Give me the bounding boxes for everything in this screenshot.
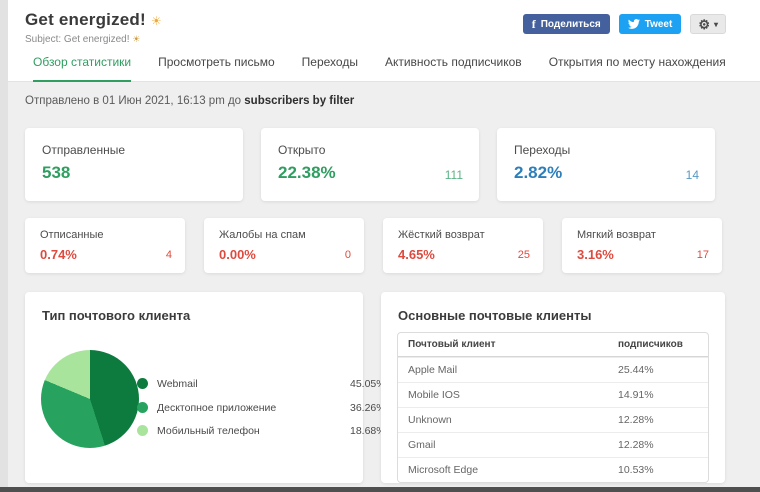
stat-count: 0: [345, 249, 351, 261]
client-percent: 10.53%: [608, 464, 708, 476]
stat-count: 4: [166, 249, 172, 261]
client-percent: 14.91%: [608, 389, 708, 401]
stat-value: 22.38%: [278, 163, 336, 183]
client-name: Gmail: [398, 439, 608, 451]
client-name: Microsoft Edge: [398, 464, 608, 476]
tweet-label: Tweet: [645, 19, 673, 30]
top-clients-title: Основные почтовые клиенты: [398, 308, 591, 323]
facebook-share-label: Поделиться: [541, 19, 601, 30]
stat-value: 4.65%: [398, 247, 435, 262]
table-row: Microsoft Edge 10.53%: [398, 457, 708, 482]
sent-info: Отправлено в 01 Июн 2021, 16:13 pm до su…: [25, 95, 354, 107]
tab-bar: Обзор статистики Просмотреть письмо Пере…: [33, 55, 753, 82]
sun-emoji-icon: ☀: [151, 14, 162, 28]
stat-value: 538: [42, 163, 70, 183]
stat-value: 2.82%: [514, 163, 562, 183]
client-type-panel: Тип почтового клиента Webmail 45.05% Дес…: [25, 292, 363, 483]
table-row: Gmail 12.28%: [398, 432, 708, 457]
subject-line: Subject: Get energized! ☀: [25, 34, 140, 45]
stat-card-unsubscribed: Отписанные 0.74% 4: [25, 218, 185, 273]
stat-card-spam-complaints: Жалобы на спам 0.00% 0: [204, 218, 364, 273]
client-name: Unknown: [398, 414, 608, 426]
legend-label: Мобильный телефон: [157, 425, 260, 437]
stat-label: Отписанные: [40, 229, 104, 241]
header-actions: f Поделиться Tweet ⚙ ▾: [523, 14, 726, 34]
column-header-client: Почтовый клиент: [398, 339, 608, 350]
table-row: Unknown 12.28%: [398, 407, 708, 432]
stat-count: 111: [445, 168, 463, 182]
gear-icon: ⚙: [698, 18, 710, 31]
stat-count: 25: [518, 249, 530, 261]
client-percent: 12.28%: [608, 439, 708, 451]
stat-label: Жалобы на спам: [219, 229, 306, 241]
client-percent: 12.28%: [608, 414, 708, 426]
tweet-button[interactable]: Tweet: [619, 14, 682, 34]
legend-label: Десктопное приложение: [157, 402, 276, 414]
legend-dot-icon: [137, 425, 148, 436]
legend-dot-icon: [137, 402, 148, 413]
stat-card-opened: Открыто 22.38% 111: [261, 128, 479, 201]
sent-info-audience: subscribers by filter: [244, 95, 354, 107]
client-type-pie: [41, 350, 139, 448]
client-name: Apple Mail: [398, 364, 608, 376]
stat-card-sent: Отправленные 538: [25, 128, 243, 201]
twitter-icon: [628, 18, 640, 30]
legend-item-webmail: Webmail 45.05%: [137, 377, 198, 390]
subject-text: Subject: Get energized!: [25, 34, 130, 45]
facebook-icon: f: [532, 17, 536, 32]
sent-info-prefix: Отправлено в 01 Июн 2021, 16:13 pm до: [25, 95, 241, 107]
stat-label: Открыто: [278, 143, 325, 157]
table-header-row: Почтовый клиент подписчиков: [398, 333, 708, 357]
stat-count: 17: [697, 249, 709, 261]
top-clients-panel: Основные почтовые клиенты Почтовый клиен…: [381, 292, 725, 483]
header: Get energized! ☀ Subject: Get energized!…: [8, 0, 760, 82]
settings-dropdown-button[interactable]: ⚙ ▾: [690, 14, 726, 34]
page-title: Get energized! ☀: [25, 10, 162, 30]
tab-view-email[interactable]: Просмотреть письмо: [158, 55, 275, 82]
legend-label: Webmail: [157, 378, 198, 390]
stat-value: 3.16%: [577, 247, 614, 262]
table-row: Apple Mail 25.44%: [398, 357, 708, 382]
legend-dot-icon: [137, 378, 148, 389]
client-type-title: Тип почтового клиента: [42, 308, 190, 323]
top-clients-table: Почтовый клиент подписчиков Apple Mail 2…: [397, 332, 709, 483]
client-name: Mobile IOS: [398, 389, 608, 401]
caret-down-icon: ▾: [714, 20, 718, 29]
stat-label: Отправленные: [42, 143, 125, 157]
tab-subscriber-activity[interactable]: Активность подписчиков: [385, 55, 522, 82]
column-header-subscribers: подписчиков: [608, 339, 708, 350]
tab-opens-by-location[interactable]: Открытия по месту нахождения: [549, 55, 726, 82]
table-row: Mobile IOS 14.91%: [398, 382, 708, 407]
sun-emoji-small-icon: ☀: [132, 34, 140, 44]
legend-item-desktop: Десктопное приложение 36.26%: [137, 401, 276, 414]
stat-card-soft-bounce: Мягкий возврат 3.16% 17: [562, 218, 722, 273]
stat-count: 14: [686, 168, 699, 182]
stat-card-clicks: Переходы 2.82% 14: [497, 128, 715, 201]
stat-value: 0.00%: [219, 247, 256, 262]
facebook-share-button[interactable]: f Поделиться: [523, 14, 610, 34]
left-gutter: [0, 0, 8, 492]
stat-value: 0.74%: [40, 247, 77, 262]
client-percent: 25.44%: [608, 364, 708, 376]
stat-card-hard-bounce: Жёсткий возврат 4.65% 25: [383, 218, 543, 273]
stat-label: Переходы: [514, 143, 570, 157]
tab-stats-overview[interactable]: Обзор статистики: [33, 55, 131, 82]
stat-label: Жёсткий возврат: [398, 229, 485, 241]
campaign-title-text: Get energized!: [25, 10, 146, 29]
tab-clicks[interactable]: Переходы: [302, 55, 358, 82]
window-bottom-edge: [0, 487, 760, 492]
content: Отправлено в 01 Июн 2021, 16:13 pm до su…: [8, 82, 760, 487]
legend-item-mobile: Мобильный телефон 18.68%: [137, 424, 260, 437]
stat-label: Мягкий возврат: [577, 229, 656, 241]
